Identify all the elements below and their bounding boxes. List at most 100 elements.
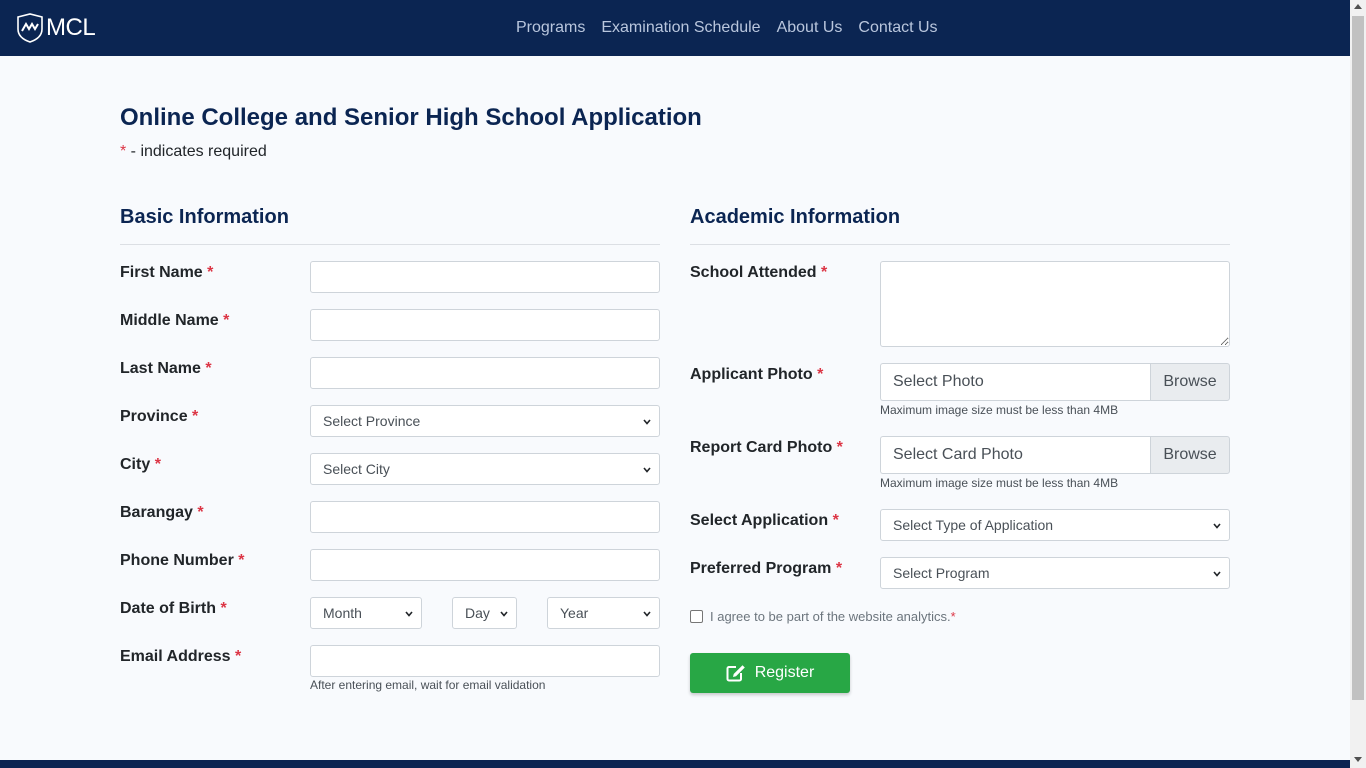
email-address-label-text: Email Address bbox=[120, 648, 231, 665]
basic-information-heading: Basic Information bbox=[120, 206, 289, 228]
report-card-photo-label-text: Report Card Photo bbox=[690, 439, 833, 456]
analytics-agree-checkbox[interactable] bbox=[690, 610, 703, 623]
birth-year-value: Year bbox=[560, 605, 589, 621]
select-application-label: Select Application * bbox=[690, 512, 839, 530]
brand-logo[interactable]: MCL bbox=[16, 12, 96, 44]
chevron-down-icon bbox=[643, 611, 651, 617]
preferred-program-select[interactable]: Select Program bbox=[880, 557, 1230, 589]
required-note-text: - indicates required bbox=[126, 143, 267, 160]
page-title: Online College and Senior High School Ap… bbox=[120, 104, 702, 131]
report-card-photo-help-text: Maximum image size must be less than 4MB bbox=[880, 476, 1119, 490]
academic-divider bbox=[690, 244, 1230, 245]
first-name-input[interactable] bbox=[310, 261, 660, 293]
report-card-photo-placeholder: Select Card Photo bbox=[893, 446, 1023, 463]
required-star: * bbox=[832, 512, 839, 529]
application-type-value: Select Type of Application bbox=[893, 517, 1054, 533]
email-address-input[interactable] bbox=[310, 645, 660, 677]
chevron-down-icon bbox=[500, 611, 508, 617]
phone-number-label-text: Phone Number bbox=[120, 552, 234, 569]
required-star: * bbox=[235, 648, 242, 665]
required-star: * bbox=[817, 366, 824, 383]
edit-icon bbox=[726, 665, 745, 682]
report-card-photo-label: Report Card Photo * bbox=[690, 439, 843, 457]
brand-name: MCL bbox=[46, 14, 96, 41]
required-star: * bbox=[192, 408, 199, 425]
required-star: * bbox=[154, 456, 161, 473]
school-attended-textarea[interactable] bbox=[880, 261, 1230, 347]
scroll-down-arrow-icon[interactable] bbox=[1354, 757, 1362, 762]
city-select[interactable]: Select City bbox=[310, 453, 660, 485]
select-application-label-text: Select Application bbox=[690, 512, 829, 529]
academic-information-heading: Academic Information bbox=[690, 206, 901, 228]
report-card-photo-browse-button[interactable]: Browse bbox=[1150, 436, 1230, 474]
required-note: * - indicates required bbox=[120, 143, 267, 161]
required-star: * bbox=[950, 609, 956, 624]
preferred-program-label: Preferred Program * bbox=[690, 560, 842, 578]
birth-month-select[interactable]: Month bbox=[310, 597, 422, 629]
date-of-birth-label: Date of Birth * bbox=[120, 600, 227, 618]
applicant-photo-file-input[interactable]: Select Photo Browse bbox=[880, 363, 1230, 401]
applicant-photo-field[interactable]: Select Photo bbox=[880, 363, 1150, 401]
nav-link-programs[interactable]: Programs bbox=[508, 19, 593, 37]
middle-name-input[interactable] bbox=[310, 309, 660, 341]
required-star: * bbox=[238, 552, 245, 569]
main-nav: Programs Examination Schedule About Us C… bbox=[508, 0, 946, 56]
province-label-text: Province bbox=[120, 408, 188, 425]
chevron-down-icon bbox=[1213, 571, 1221, 577]
applicant-photo-help-text: Maximum image size must be less than 4MB bbox=[880, 403, 1119, 417]
chevron-down-icon bbox=[1213, 523, 1221, 529]
first-name-label-text: First Name bbox=[120, 264, 203, 281]
province-label: Province * bbox=[120, 408, 198, 426]
date-of-birth-label-text: Date of Birth bbox=[120, 600, 216, 617]
middle-name-label: Middle Name * bbox=[120, 312, 229, 330]
applicant-photo-placeholder: Select Photo bbox=[893, 373, 984, 390]
nav-link-examination-schedule[interactable]: Examination Schedule bbox=[593, 19, 768, 37]
register-button-label: Register bbox=[754, 664, 815, 681]
required-star: * bbox=[205, 360, 212, 377]
birth-month-value: Month bbox=[323, 605, 362, 621]
required-star: * bbox=[820, 264, 828, 281]
city-select-value: Select City bbox=[323, 461, 390, 477]
province-select-value: Select Province bbox=[323, 413, 421, 429]
last-name-label: Last Name * bbox=[120, 360, 212, 378]
email-help-text: After entering email, wait for email val… bbox=[310, 678, 546, 692]
scroll-up-arrow-icon[interactable] bbox=[1354, 4, 1362, 9]
page-scrollbar[interactable] bbox=[1350, 0, 1366, 768]
required-star: * bbox=[220, 600, 227, 617]
last-name-input[interactable] bbox=[310, 357, 660, 389]
footer bbox=[0, 760, 1350, 768]
middle-name-label-text: Middle Name bbox=[120, 312, 219, 329]
report-card-photo-field[interactable]: Select Card Photo bbox=[880, 436, 1150, 474]
application-type-select[interactable]: Select Type of Application bbox=[880, 509, 1230, 541]
analytics-agree-label[interactable]: I agree to be part of the website analyt… bbox=[710, 609, 956, 624]
chevron-down-icon bbox=[643, 419, 651, 425]
analytics-agree-text: I agree to be part of the website analyt… bbox=[710, 609, 951, 624]
birth-year-select[interactable]: Year bbox=[547, 597, 660, 629]
school-attended-label-text: School Attended bbox=[690, 264, 817, 281]
province-select[interactable]: Select Province bbox=[310, 405, 660, 437]
preferred-program-value: Select Program bbox=[893, 565, 990, 581]
first-name-label: First Name * bbox=[120, 264, 213, 282]
applicant-photo-browse-button[interactable]: Browse bbox=[1150, 363, 1230, 401]
barangay-input[interactable] bbox=[310, 501, 660, 533]
required-star: * bbox=[836, 439, 843, 456]
phone-number-label: Phone Number * bbox=[120, 552, 244, 570]
nav-link-about-us[interactable]: About Us bbox=[769, 19, 851, 37]
nav-link-contact-us[interactable]: Contact Us bbox=[850, 19, 945, 37]
scrollbar-thumb[interactable] bbox=[1352, 16, 1364, 700]
top-navbar: MCL Programs Examination Schedule About … bbox=[0, 0, 1350, 56]
last-name-label-text: Last Name bbox=[120, 360, 201, 377]
school-attended-label: School Attended * bbox=[690, 264, 827, 282]
report-card-photo-file-input[interactable]: Select Card Photo Browse bbox=[880, 436, 1230, 474]
phone-number-input[interactable] bbox=[310, 549, 660, 581]
birth-day-value: Day bbox=[465, 605, 490, 621]
chevron-down-icon bbox=[643, 467, 651, 473]
register-button[interactable]: Register bbox=[690, 653, 850, 693]
required-star: * bbox=[835, 560, 843, 577]
required-star: * bbox=[197, 504, 204, 521]
birth-day-select[interactable]: Day bbox=[452, 597, 517, 629]
shield-icon bbox=[17, 13, 43, 43]
required-star: * bbox=[207, 264, 214, 281]
preferred-program-label-text: Preferred Program bbox=[690, 560, 832, 577]
barangay-label: Barangay * bbox=[120, 504, 204, 522]
